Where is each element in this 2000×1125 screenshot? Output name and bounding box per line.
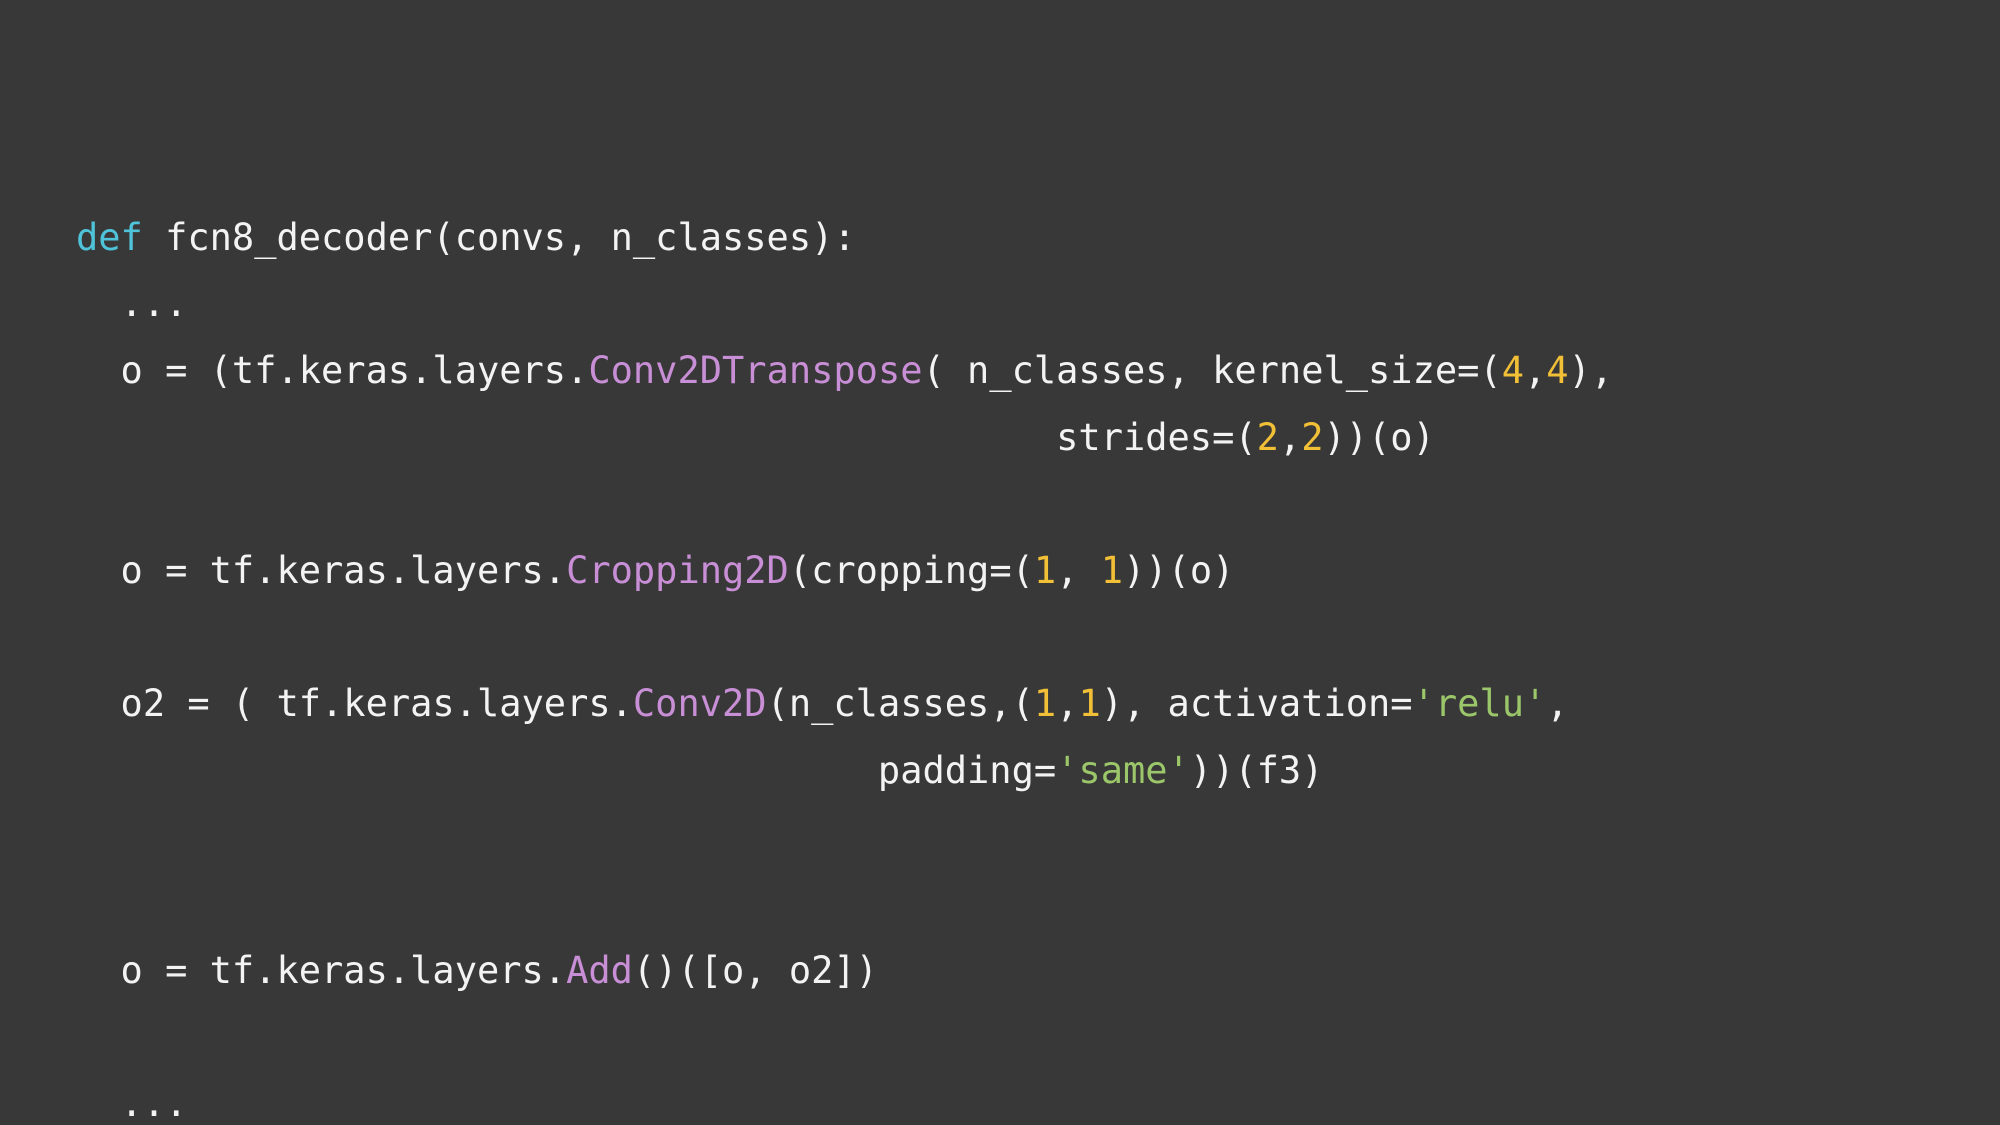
code-text: ))(f3): [1189, 749, 1324, 792]
number: 4: [1501, 349, 1524, 392]
keyword-def: def: [76, 216, 143, 259]
code-line-9: ...: [76, 1076, 188, 1125]
code-line-4: strides=(2,2))(o): [76, 410, 1435, 466]
number: 2: [1256, 416, 1279, 459]
code-text: strides=(: [76, 416, 1257, 459]
code-text: ,: [1278, 416, 1302, 459]
number: 2: [1301, 416, 1324, 459]
code-text: ( n_classes, kernel_size=(: [922, 349, 1502, 392]
function-name: Conv2DTranspose: [588, 349, 923, 392]
code-line-8: o = tf.keras.layers.Add()([o, o2]): [76, 943, 878, 999]
number: 1: [1033, 682, 1057, 725]
code-text: o = (tf.keras.layers.: [76, 349, 589, 392]
code-text: o2 = ( tf.keras.layers.: [76, 682, 633, 725]
code-text: ()([o, o2]): [632, 949, 878, 992]
code-text: o = tf.keras.layers.: [76, 549, 567, 592]
function-name: Conv2D: [632, 682, 767, 725]
number: 1: [1100, 549, 1124, 592]
code-line-7: padding='same'))(f3): [76, 743, 1324, 799]
code-text: o = tf.keras.layers.: [76, 949, 567, 992]
code-line-5: o = tf.keras.layers.Cropping2D(cropping=…: [76, 543, 1235, 599]
code-text: ,: [1056, 549, 1101, 592]
code-line-6: o2 = ( tf.keras.layers.Conv2D(n_classes,…: [76, 676, 1569, 732]
function-signature: fcn8_decoder(convs, n_classes):: [142, 216, 856, 259]
function-name: Add: [566, 949, 633, 992]
string-literal: 'same': [1056, 749, 1190, 792]
ellipsis: ...: [76, 282, 188, 325]
code-text: ,: [1056, 682, 1079, 725]
number: 1: [1078, 682, 1101, 725]
function-name: Cropping2D: [566, 549, 789, 592]
slide: def fcn8_decoder(convs, n_classes): ... …: [0, 0, 2000, 1125]
ellipsis: ...: [76, 1082, 188, 1125]
code-text: ),: [1568, 349, 1614, 392]
code-text: ,: [1523, 349, 1547, 392]
number: 4: [1546, 349, 1569, 392]
code-line-2: ...: [76, 276, 188, 332]
code-block: def fcn8_decoder(convs, n_classes): ... …: [76, 210, 1613, 1125]
code-text: ), activation=: [1100, 682, 1413, 725]
code-text: ))(o): [1323, 416, 1435, 459]
code-text: (n_classes,(: [766, 682, 1034, 725]
code-line-1: def fcn8_decoder(convs, n_classes):: [76, 210, 856, 266]
code-text: ,: [1546, 682, 1569, 725]
code-text: (cropping=(: [788, 549, 1034, 592]
number: 1: [1033, 549, 1057, 592]
code-line-3: o = (tf.keras.layers.Conv2DTranspose( n_…: [76, 343, 1614, 399]
code-text: padding=: [76, 749, 1057, 792]
string-literal: 'relu': [1412, 682, 1547, 725]
code-text: ))(o): [1123, 549, 1235, 592]
